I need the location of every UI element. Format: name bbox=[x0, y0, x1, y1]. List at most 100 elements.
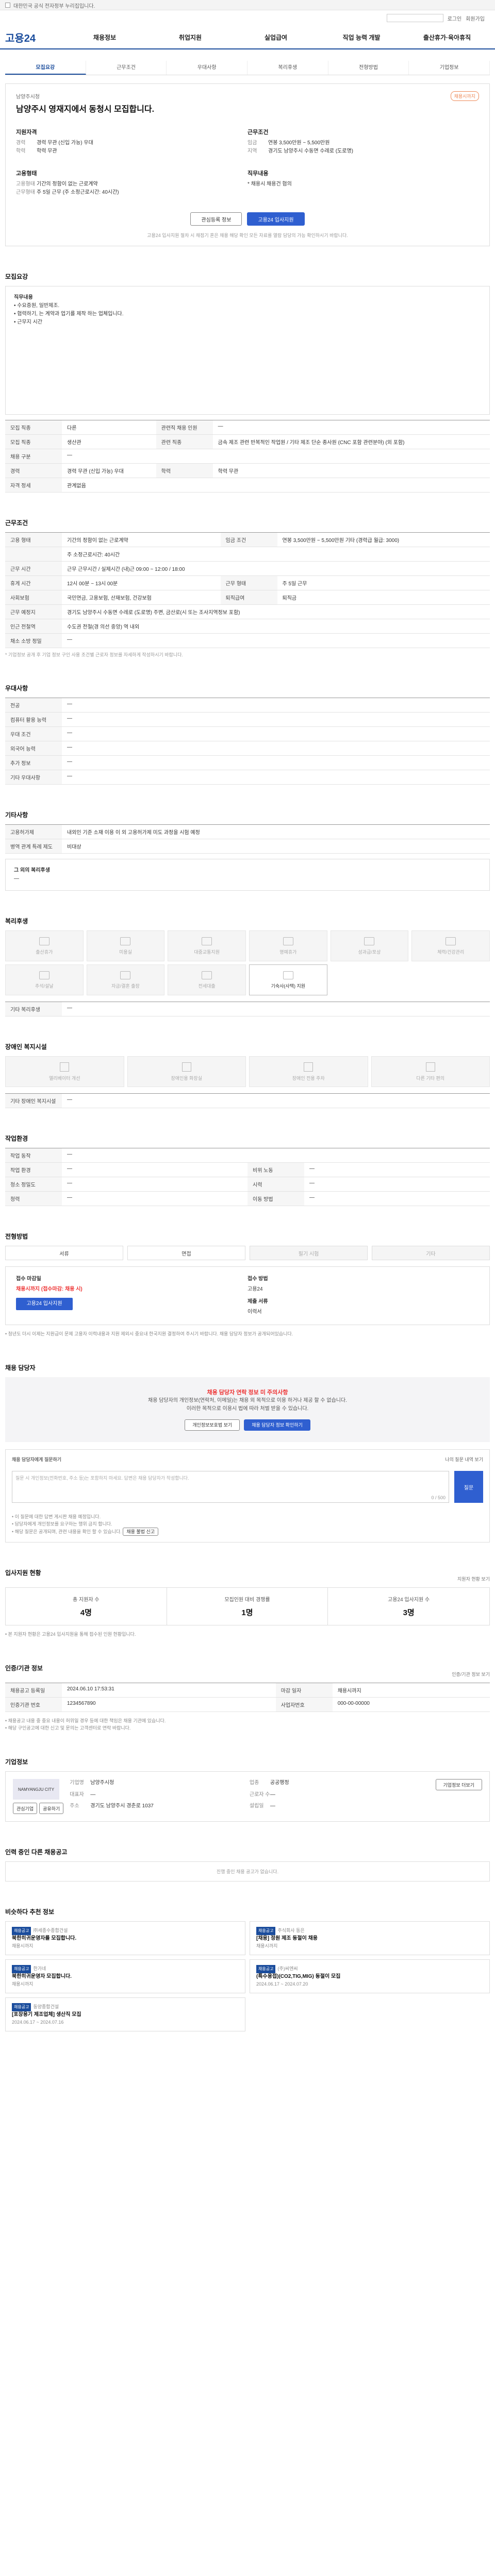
table-key: 채용 구분 bbox=[5, 449, 62, 464]
similar-tag: 채용공고 bbox=[12, 1927, 31, 1935]
gnb-item-jobs[interactable]: 채용정보 bbox=[62, 33, 147, 42]
table-value: — bbox=[62, 1002, 490, 1016]
parking-icon bbox=[304, 1062, 314, 1072]
question-counter: 0 / 500 bbox=[431, 1495, 446, 1500]
table-value: 다른 bbox=[62, 420, 156, 435]
corp-box: NAMYANGJU CITY 관심기업 공유하기 기업명 남양주시청 업종 공공행정… bbox=[5, 1771, 490, 1822]
corp-key: 업종 bbox=[249, 1780, 259, 1786]
gnb-item-training[interactable]: 직업 능력 개발 bbox=[319, 33, 404, 42]
similar-card[interactable]: 채용공고 한가네 북한히귀운영자 모집합니다. 채용시까지 bbox=[5, 1959, 245, 1993]
duty-line: • 근무지 시간 bbox=[14, 319, 43, 325]
corp-logo: NAMYANGJU CITY bbox=[13, 1779, 59, 1800]
follow-corp-button[interactable]: 관심기업 bbox=[13, 1803, 38, 1814]
summary-columns: 지원자격 경력 경력 무관 (신입 가능) 우대 학력 학력 무관 고용형태 고용형… bbox=[16, 128, 479, 197]
gnb-item-unemployment[interactable]: 실업급여 bbox=[233, 33, 319, 42]
question-submit-button[interactable]: 질문 bbox=[454, 1471, 483, 1503]
welfare-card-active: 기숙사(사택) 지원 bbox=[249, 964, 327, 995]
table-row: 채용 구분 — bbox=[5, 449, 490, 464]
welfare-label: 대중교통지원 bbox=[194, 949, 220, 955]
gnb-item-leave[interactable]: 출산휴가·육아휴직 bbox=[404, 33, 490, 42]
privacy-law-button[interactable]: 개인정보보호법 보기 bbox=[185, 1419, 240, 1431]
apply-deadline-value: 채용시까지 (접수마감: 채용 시) bbox=[16, 1286, 82, 1292]
reg-more-link[interactable]: 인증/기관 정보 보기 bbox=[452, 1671, 490, 1677]
table-key: 인증기관 번호 bbox=[5, 1697, 62, 1712]
etc-table: 고용허가제 내외인 기준 소재 이용 이 외 고용허가제 미도 과정을 시험 예정… bbox=[5, 824, 490, 854]
table-value: — bbox=[304, 1191, 490, 1206]
stat-label: 총 지원자 수 bbox=[73, 1597, 100, 1603]
login-link[interactable]: 로그인 bbox=[448, 14, 462, 22]
table-value: 기간의 정함이 없는 근로계약 bbox=[62, 532, 221, 547]
scrap-button[interactable]: 관심등록 정보 bbox=[190, 212, 242, 226]
table-value: 퇴직금 bbox=[277, 590, 490, 605]
similar-meta: 채용시까지 bbox=[256, 1943, 278, 1948]
tab-recruit[interactable]: 모집요강 bbox=[5, 61, 86, 75]
corp-key: 기업명 bbox=[70, 1780, 84, 1786]
share-button[interactable]: 공유하기 bbox=[39, 1803, 64, 1814]
similar-tag: 채용공고 bbox=[12, 1965, 31, 1973]
table-value: 000-00-00000 bbox=[332, 1697, 490, 1712]
footer-spacer bbox=[5, 2031, 490, 2062]
table-value: 12시 00분 ~ 13시 00분 bbox=[62, 575, 221, 590]
similar-company: 주식회사 동은 bbox=[277, 1928, 305, 1933]
my-questions-link[interactable]: 나의 질문 내역 보기 bbox=[445, 1456, 483, 1463]
house-icon bbox=[283, 971, 293, 979]
disability-extra-table: 기타 장애인 복지시설 — bbox=[5, 1093, 490, 1108]
kv-key: 근무형태 bbox=[16, 190, 35, 195]
welfare-card: 대중교통지원 bbox=[168, 930, 246, 961]
similar-grid: 채용공고 ㈜세종수종합건설 북한히귀운영자를 모집합니다. 채용시까지 채용공고 주식회… bbox=[5, 1921, 490, 2031]
similar-section-title: 비슷하다 추천 정보 bbox=[5, 1908, 54, 1916]
global-nav: 고용24 채용정보 취업지원 실업급여 직업 능력 개발 출산휴가·육아휴직 bbox=[0, 26, 495, 49]
similar-card[interactable]: 채용공고 (주)씨엔씨 (특수용접)(CO2,TIG,MIG) 동절이 모집 2024… bbox=[250, 1959, 490, 1993]
similar-card[interactable]: 채용공고 동양종합건설 [포장용기 제조업체] 생산직 모집 2024.06.17 ~… bbox=[5, 1997, 245, 2031]
similar-card[interactable]: 채용공고 주식회사 동은 [채용] 정원 제조 동절이 채용 채용시까지 bbox=[250, 1921, 490, 1955]
table-value: 경력 무관 (신입 가능) 우대 bbox=[62, 463, 156, 478]
join-link[interactable]: 회원가입 bbox=[466, 14, 485, 22]
tab-process[interactable]: 전형방법 bbox=[328, 61, 409, 75]
etc-section-title: 기타사항 bbox=[5, 811, 28, 819]
table-key: 사회보험 bbox=[5, 590, 62, 605]
reg-header: 인증/기관 정보 인증/기관 정보 보기 bbox=[5, 1664, 490, 1677]
stats-more-link[interactable]: 지원자 현황 보기 bbox=[457, 1575, 490, 1582]
view-manager-button[interactable]: 채용 담당자 정보 확인하기 bbox=[244, 1419, 310, 1431]
gnb-item-support[interactable]: 취업지원 bbox=[147, 33, 233, 42]
tab-pref[interactable]: 우대사항 bbox=[167, 61, 248, 75]
report-button[interactable]: 채용 불법 신고 bbox=[123, 1528, 159, 1536]
disability-card: 다른 기타 편의 bbox=[371, 1056, 490, 1087]
table-key bbox=[5, 547, 62, 562]
manager-actions: 개인정보보호법 보기 채용 담당자 정보 확인하기 bbox=[16, 1419, 478, 1431]
corp-value: — bbox=[90, 1791, 96, 1798]
apply-submit-button[interactable]: 고용24 입사지원 bbox=[16, 1298, 73, 1310]
search-input[interactable] bbox=[386, 14, 443, 22]
table-row: 모집 직종 다른 관련직 채용 인원 — bbox=[5, 420, 490, 435]
table-row: 기타 장애인 복지시설 — bbox=[5, 1093, 490, 1108]
table-value: — bbox=[62, 741, 490, 756]
manager-warning: 채용 담당자 연락 정보 미 주의사항 bbox=[207, 1389, 288, 1396]
tab-corp[interactable]: 기업정보 bbox=[409, 61, 490, 75]
question-note: • 해당 질문은 공개되며, 관련 내용을 확인 할 수 있습니다. bbox=[12, 1529, 122, 1534]
apply-button[interactable]: 고용24 입사지원 bbox=[247, 212, 305, 226]
welfare-card: 성과급/포상 bbox=[330, 930, 409, 961]
tab-welfare[interactable]: 복리후생 bbox=[248, 61, 328, 75]
disability-card: 장애인용 화장실 bbox=[127, 1056, 246, 1087]
similar-card[interactable]: 채용공고 ㈜세종수종합건설 북한히귀운영자를 모집합니다. 채용시까지 bbox=[5, 1921, 245, 1955]
site-logo[interactable]: 고용24 bbox=[5, 30, 62, 45]
table-key: 작업 환경 bbox=[5, 1162, 62, 1177]
table-key: 모집 직종 bbox=[5, 420, 62, 435]
similar-company: 한가네 bbox=[33, 1966, 46, 1971]
welfare-label: 전세대출 bbox=[198, 983, 216, 989]
question-textarea[interactable]: 질문 시 개인정보(전화번호, 주소 등)는 포함하지 마세요. 답변은 채용 … bbox=[12, 1471, 449, 1503]
manager-text: 채용 담당자의 개인정보(연락처, 이메일)는 채용 외 목적으로 이용 하거나… bbox=[148, 1398, 347, 1403]
similar-meta: 채용시까지 bbox=[12, 1981, 34, 1987]
table-key: 관련직 채용 인원 bbox=[156, 420, 213, 435]
table-key: 학력 bbox=[156, 463, 213, 478]
tab-work[interactable]: 근무조건 bbox=[86, 61, 167, 75]
welfare-label: 체력/건강관리 bbox=[437, 949, 465, 955]
reg-note: • 해당 구인공고에 대한 신고 및 문의는 고객센터로 연락 바랍니다. bbox=[5, 1725, 131, 1731]
etc-welfare-box: 그 외의 복리후생 — bbox=[5, 859, 490, 891]
welfare-label: 기숙사(사택) 지원 bbox=[271, 983, 306, 989]
table-value: — bbox=[62, 726, 490, 741]
corp-detail-button[interactable]: 기업정보 더보기 bbox=[435, 1779, 482, 1790]
stat-label: 모집인원 대비 경쟁률 bbox=[224, 1597, 270, 1603]
table-value: — bbox=[62, 1148, 490, 1163]
similar-meta: 2024.06.17 ~ 2024.07.20 bbox=[256, 1981, 308, 1987]
